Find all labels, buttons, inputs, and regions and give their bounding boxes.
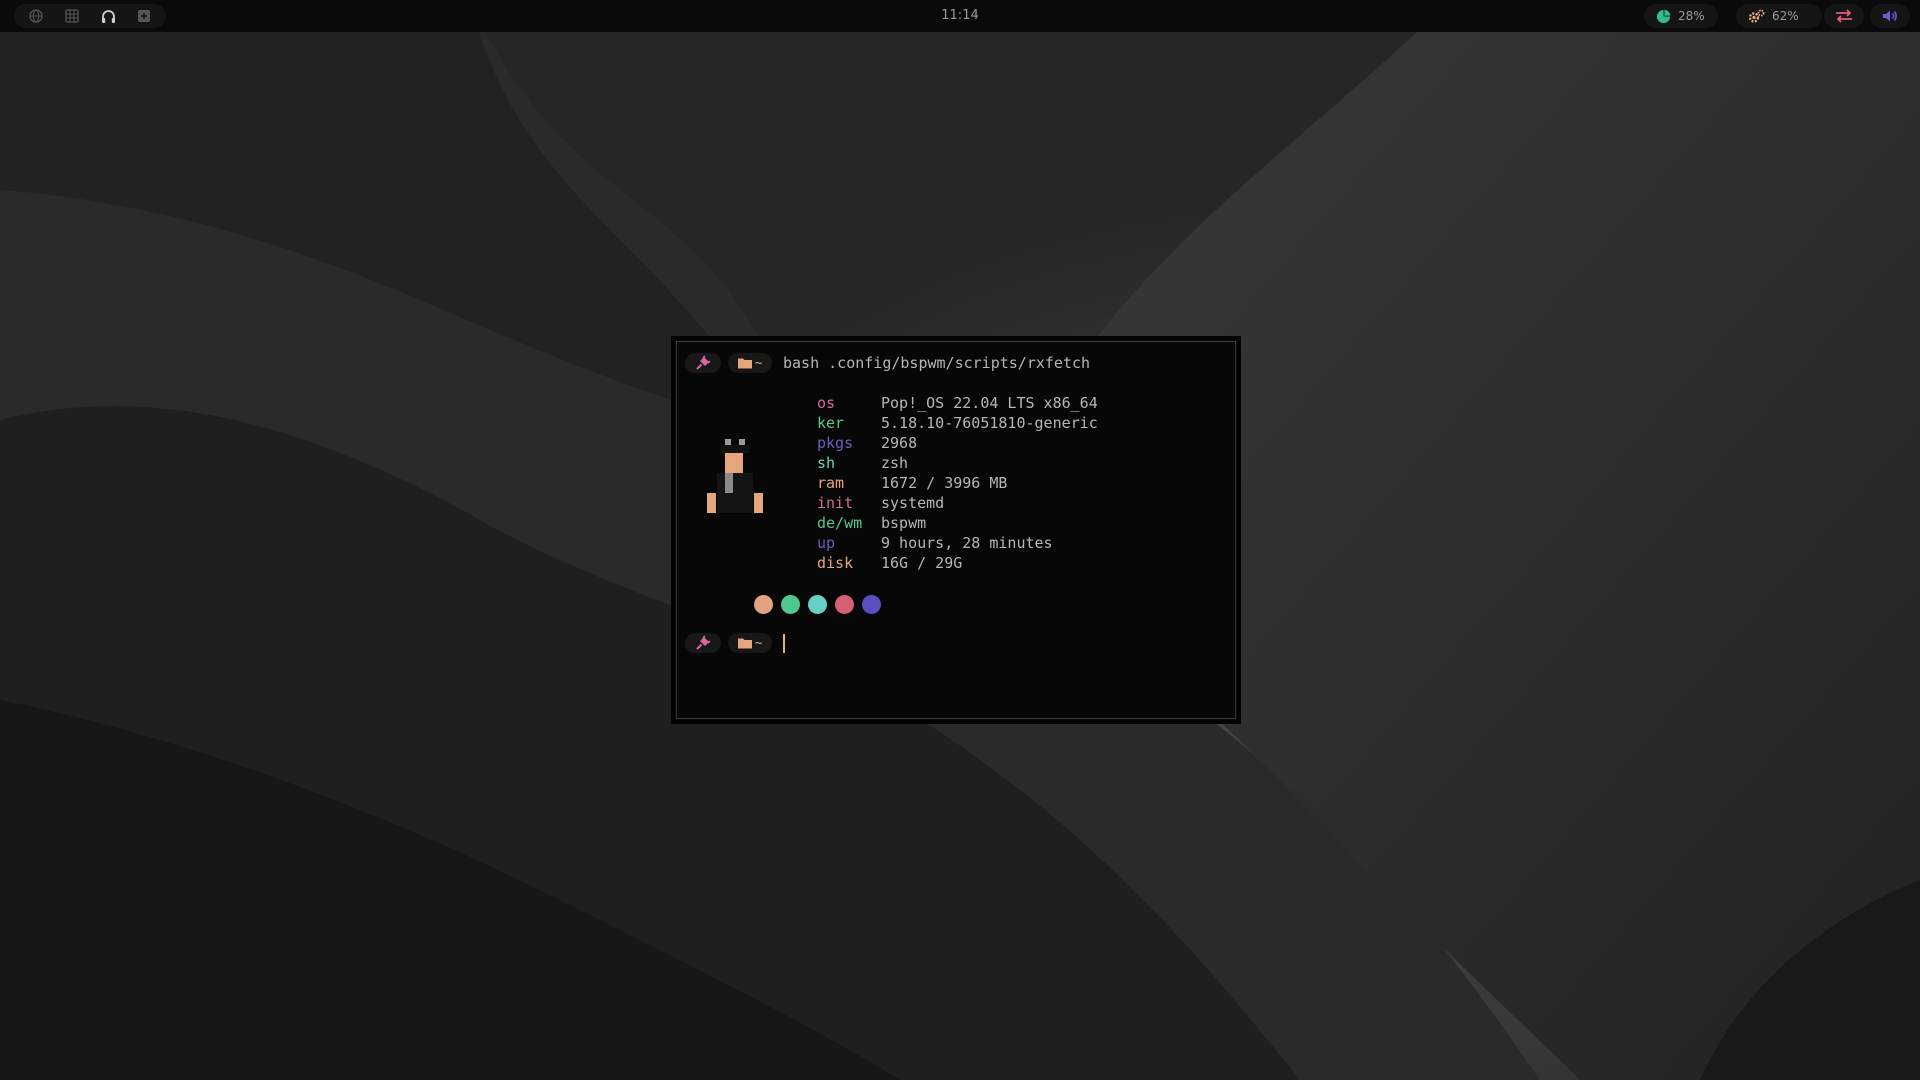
system-info-row: ram 1672 / 3996 MB (817, 473, 1098, 493)
cpu-usage-widget[interactable]: 28% (1644, 4, 1718, 28)
memory-usage-widget[interactable]: 62% (1736, 4, 1822, 28)
color-swatch (862, 595, 881, 614)
prompt-directory: ~ (728, 353, 772, 373)
active-prompt-line: ~ (685, 632, 785, 654)
folder-icon (737, 358, 752, 369)
color-swatch (781, 595, 800, 614)
system-info-value: 2968 (881, 434, 918, 452)
system-info-value: zsh (881, 454, 909, 472)
terminal-window[interactable]: ~ bash .config/bspwm/scripts/rxfetch os P… (671, 336, 1241, 724)
system-info-value: 16G / 29G (881, 554, 963, 572)
system-info-row: ker 5.18.10-76051810-generic (817, 413, 1098, 433)
system-info-row: de/wm bspwm (817, 513, 1098, 533)
system-info-row: disk 16G / 29G (817, 553, 1098, 573)
system-info-value: bspwm (881, 514, 927, 532)
speaker-icon (1883, 10, 1897, 22)
folder-icon (737, 638, 752, 649)
prompt-badge (685, 353, 721, 373)
pie-chart-icon (1656, 9, 1671, 23)
system-info-value: 9 hours, 28 minutes (881, 534, 1053, 552)
system-info-key: disk (817, 554, 854, 572)
system-info-value: 5.18.10-76051810-generic (881, 414, 1098, 432)
top-bar: 11:14 28% 62% (0, 0, 1920, 32)
system-info-key: ram (817, 474, 845, 492)
prompt-directory-text: ~ (754, 635, 763, 651)
color-swatch (808, 595, 827, 614)
system-info-row: sh zsh (817, 453, 1098, 473)
volume-widget[interactable] (1870, 4, 1910, 28)
plug-icon (696, 635, 711, 650)
pixel-avatar-art (707, 439, 763, 513)
system-info-value: Pop!_OS 22.04 LTS x86_64 (881, 394, 1098, 412)
color-swatch (754, 595, 773, 614)
system-info-row: up 9 hours, 28 minutes (817, 533, 1098, 553)
gears-icon (1748, 9, 1765, 23)
arrows-swap-icon (1836, 9, 1852, 23)
system-info-value: 1672 / 3996 MB (881, 474, 1008, 492)
system-info-row: pkgs 2968 (817, 433, 1098, 453)
clock: 11:14 (941, 8, 979, 23)
prompt-badge (685, 633, 721, 653)
system-info-key: init (817, 494, 854, 512)
plug-icon (696, 355, 711, 370)
command-prompt-line: ~ bash .config/bspwm/scripts/rxfetch (685, 352, 1090, 374)
system-info-key: sh (817, 454, 836, 472)
system-info-row: init systemd (817, 493, 1098, 513)
prompt-directory-text: ~ (754, 355, 763, 371)
color-swatch (835, 595, 854, 614)
text-cursor[interactable] (783, 633, 785, 653)
prompt-directory: ~ (728, 633, 772, 653)
system-info-key: ker (817, 414, 845, 432)
system-info-value: systemd (881, 494, 945, 512)
memory-usage-value: 62% (1772, 9, 1799, 23)
system-info-key: up (817, 534, 836, 552)
executed-command: bash .config/bspwm/scripts/rxfetch (783, 354, 1091, 372)
system-info-key: pkgs (817, 434, 854, 452)
system-info-row: os Pop!_OS 22.04 LTS x86_64 (817, 393, 1098, 413)
cpu-usage-value: 28% (1678, 9, 1705, 23)
system-info-key: os (817, 394, 836, 412)
system-info-key: de/wm (817, 514, 863, 532)
network-widget[interactable] (1824, 4, 1864, 28)
color-palette (754, 595, 881, 614)
terminal-content[interactable]: ~ bash .config/bspwm/scripts/rxfetch os P… (676, 341, 1236, 719)
system-info-list: os Pop!_OS 22.04 LTS x86_64ker 5.18.10-760… (817, 393, 1098, 573)
